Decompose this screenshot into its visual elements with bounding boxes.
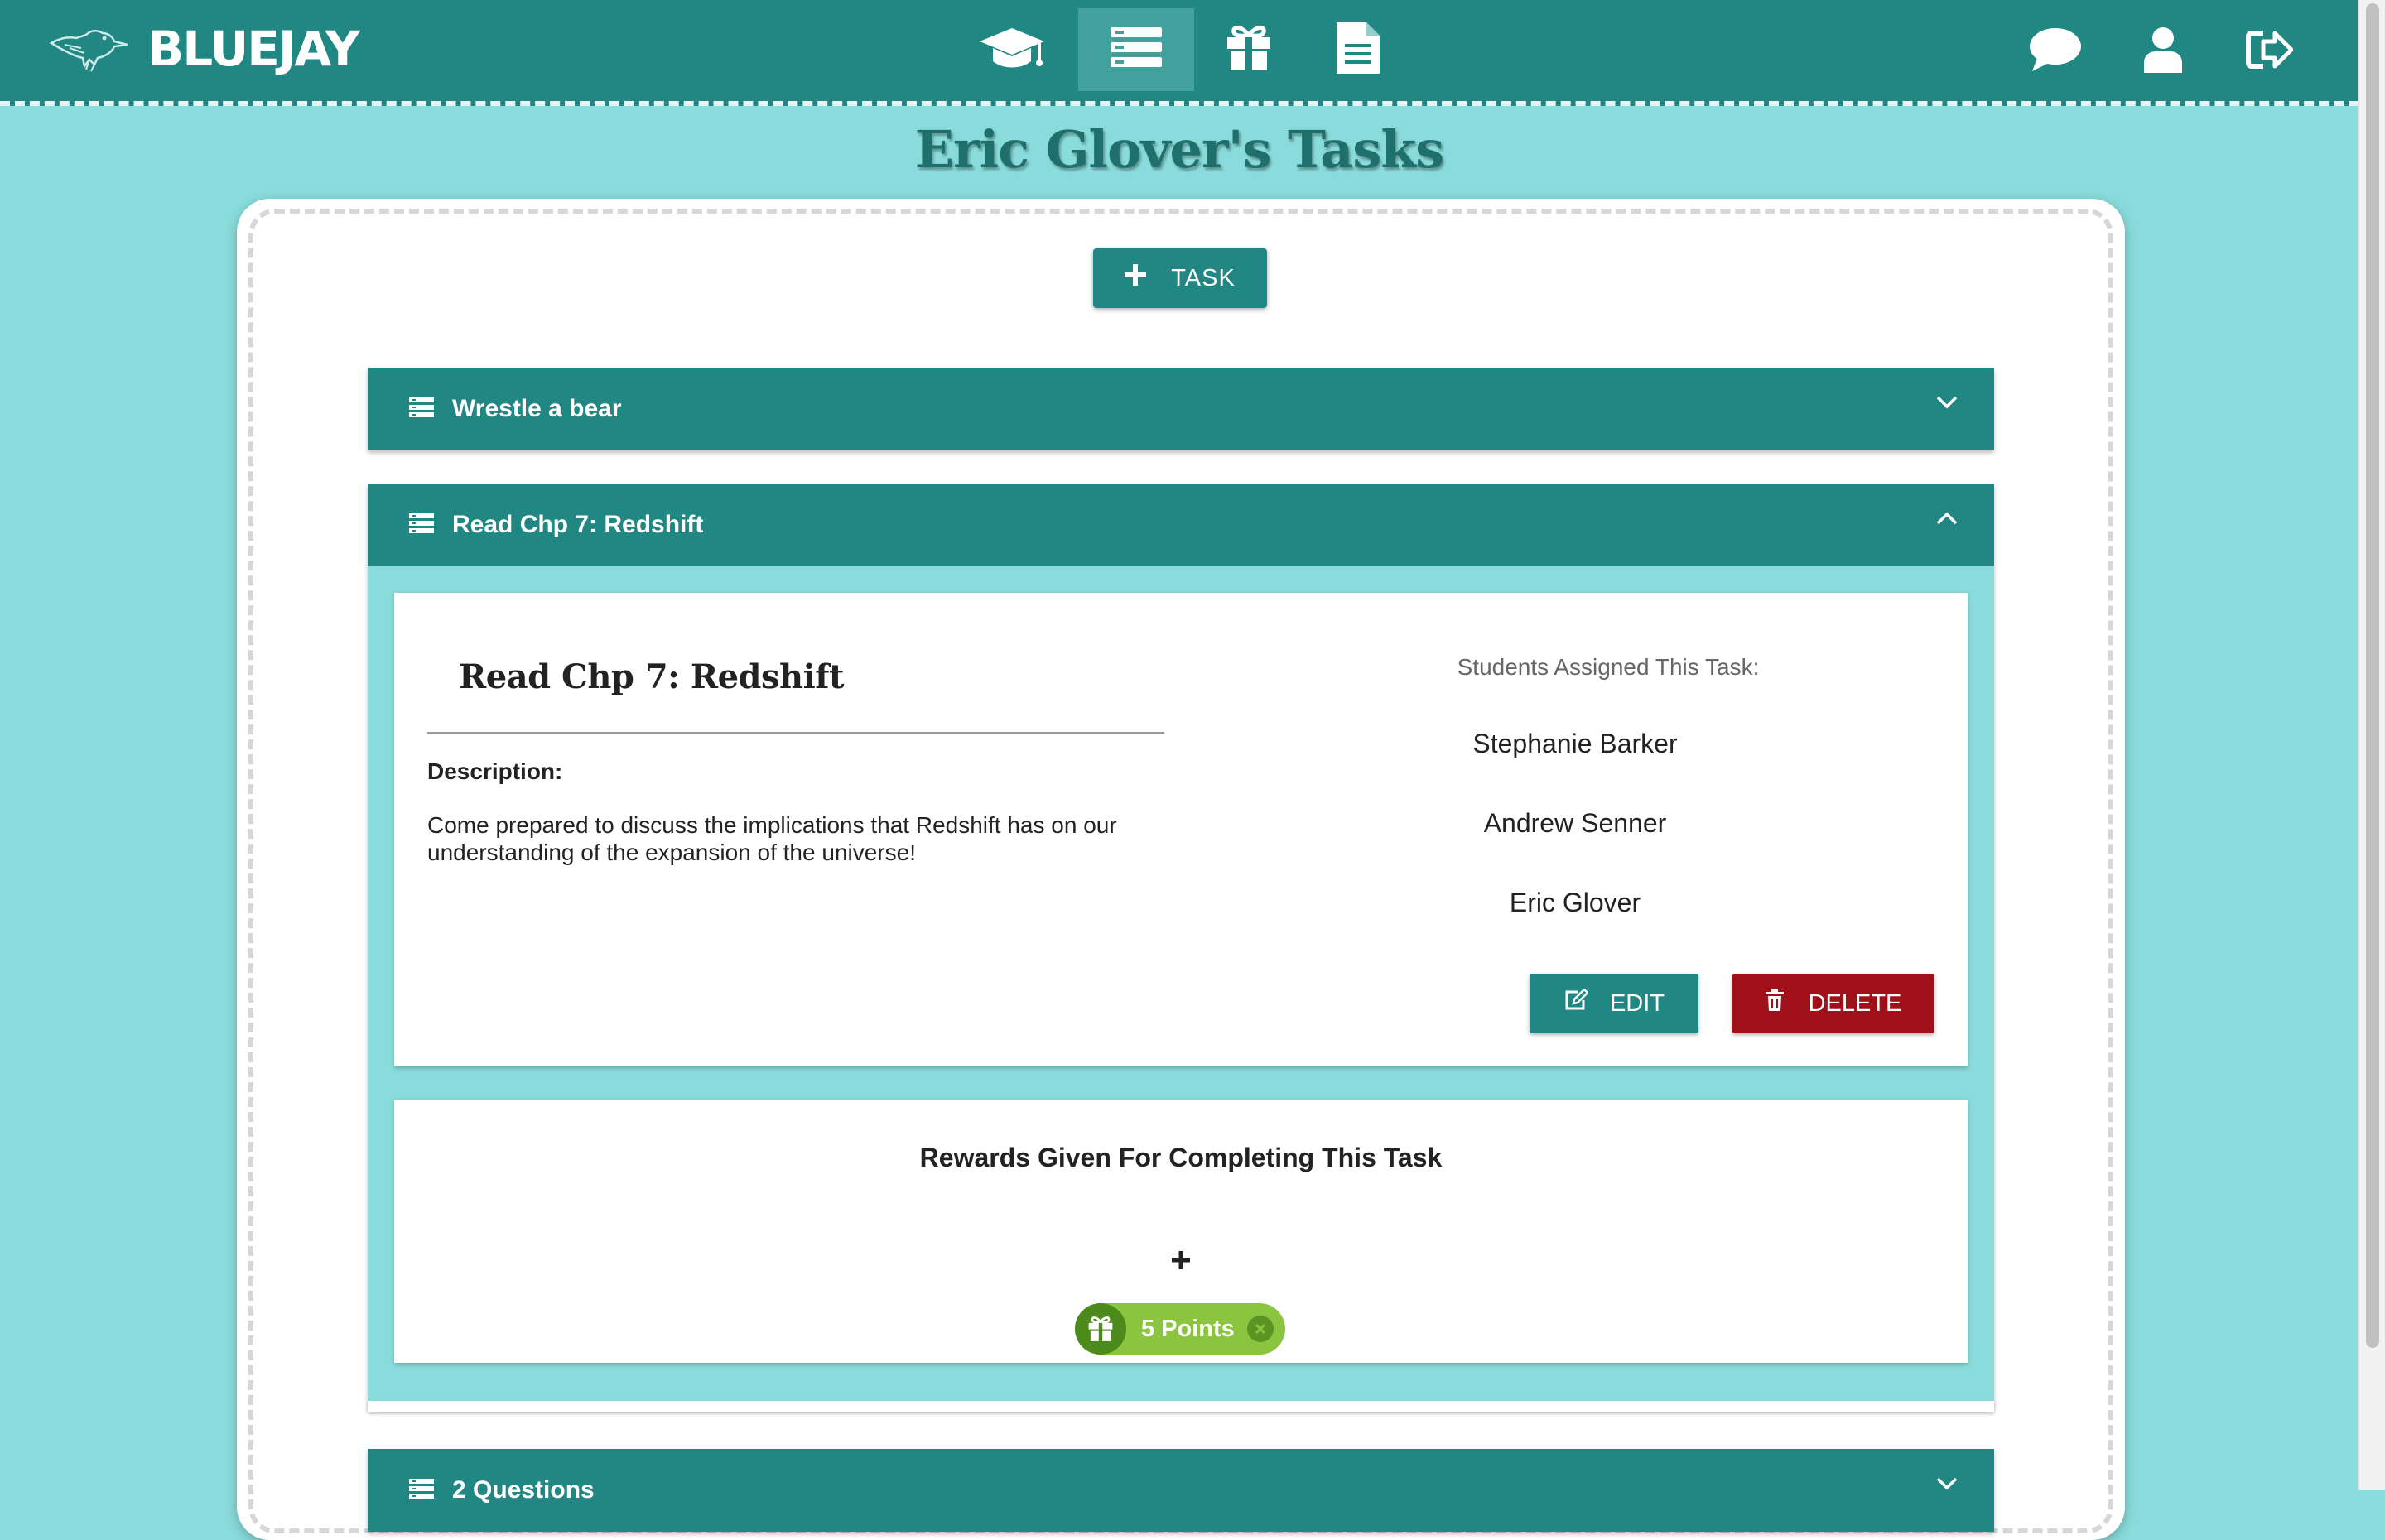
delete-task-button[interactable]: DELETE xyxy=(1732,974,1934,1033)
add-task-button[interactable]: TASK xyxy=(1093,248,1267,308)
edit-label: EDIT xyxy=(1609,989,1665,1017)
task-detail-card: Read Chp 7: Redshift Description: Come p… xyxy=(394,593,1968,1066)
add-reward-button[interactable] xyxy=(1164,1245,1197,1278)
messages-button[interactable] xyxy=(2021,20,2090,83)
task-accordion-title: Read Chp 7: Redshift xyxy=(452,511,704,538)
profile-button[interactable] xyxy=(2128,20,2198,83)
close-icon[interactable] xyxy=(1247,1316,1274,1342)
sign-out-icon xyxy=(2245,28,2294,75)
edit-icon xyxy=(1564,988,1589,1018)
chevron-up-icon[interactable] xyxy=(1936,512,1958,529)
task-accordion-header[interactable]: Read Chp 7: Redshift xyxy=(368,484,1994,566)
description-label: Description: xyxy=(427,758,563,784)
accordion-body-footer xyxy=(368,1401,1994,1412)
task-accordion-header[interactable]: Wrestle a bear xyxy=(368,368,1994,450)
tasks-list-icon xyxy=(1111,26,1162,73)
rewards-card: Rewards Given For Completing This Task 5… xyxy=(394,1100,1968,1363)
page-scrollbar[interactable] xyxy=(2358,0,2385,1490)
task-name: Read Chp 7: Redshift xyxy=(459,657,844,696)
trash-icon xyxy=(1765,989,1784,1018)
add-task-label: TASK xyxy=(1171,264,1236,291)
plus-icon xyxy=(1125,264,1147,292)
page-title: Eric Glover's Tasks xyxy=(914,119,1444,180)
reward-chip-label: 5 Points xyxy=(1141,1315,1235,1342)
gift-icon xyxy=(1075,1303,1126,1355)
user-icon xyxy=(2144,26,2182,77)
student-name: Stephanie Barker xyxy=(1472,729,1678,758)
top-navbar: BLUEJAY xyxy=(0,0,2358,106)
nav-documents[interactable] xyxy=(1300,8,1416,91)
student-name: Andrew Senner xyxy=(1483,808,1667,838)
scrollbar-thumb[interactable] xyxy=(2366,3,2379,1348)
plus-icon xyxy=(1172,1250,1190,1273)
divider xyxy=(427,732,1164,734)
chevron-down-icon[interactable] xyxy=(1936,1477,1958,1494)
brand-name: BLUEJAY xyxy=(147,21,360,77)
description-text: Come prepared to discuss the implication… xyxy=(427,812,1117,865)
task-list-icon xyxy=(409,397,434,421)
delete-label: DELETE xyxy=(1808,989,1902,1017)
nav-tasks[interactable] xyxy=(1078,8,1194,91)
student-name: Eric Glover xyxy=(1509,888,1641,917)
assigned-students-label: Students Assigned This Task: xyxy=(1457,654,1760,680)
task-accordion-header[interactable]: 2 Questions xyxy=(368,1449,1994,1532)
task-list-icon xyxy=(409,513,434,537)
task-accordion-title: Wrestle a bear xyxy=(452,395,622,422)
task-accordion-title: 2 Questions xyxy=(452,1476,595,1504)
bluejay-logo-icon xyxy=(48,23,131,75)
sign-out-button[interactable] xyxy=(2234,20,2304,83)
rewards-title: Rewards Given For Completing This Task xyxy=(919,1143,1443,1172)
document-icon xyxy=(1337,22,1380,78)
gift-icon xyxy=(1226,24,1272,76)
chat-bubble-icon xyxy=(2029,26,2082,77)
graduation-cap-icon xyxy=(978,23,1046,77)
nav-courses[interactable] xyxy=(954,8,1070,91)
edit-task-button[interactable]: EDIT xyxy=(1530,974,1698,1033)
task-list-icon xyxy=(409,1478,434,1503)
reward-chip[interactable]: 5 Points xyxy=(1075,1303,1285,1355)
brand[interactable]: BLUEJAY xyxy=(48,12,360,86)
chevron-down-icon[interactable] xyxy=(1936,396,1958,413)
nav-rewards[interactable] xyxy=(1191,8,1307,91)
